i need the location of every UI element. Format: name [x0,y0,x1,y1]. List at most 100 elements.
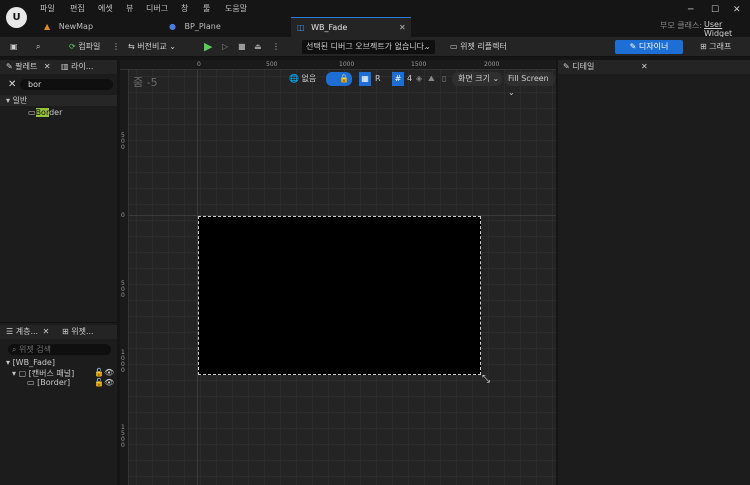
menu-edit[interactable]: 편집 [70,3,85,14]
parent-class-link[interactable]: User Widget [704,20,750,38]
ruler-left-label: 500 [121,132,125,151]
close-icon[interactable]: ✕ [44,62,51,71]
chevron-down-icon: ▾ [6,358,11,367]
ruler-top-label: 2000 [484,61,500,68]
chevron-down-icon: ⌄ [492,74,500,83]
tab-palette[interactable]: ✎ 팔레트 ✕ [6,60,51,74]
palette-search-input[interactable]: bor [20,79,113,90]
lock-icon[interactable]: 🔓 [94,378,104,387]
stop-icon[interactable]: ■ [238,40,246,54]
category-general[interactable]: ▾ 일반 [6,95,27,106]
chevron-down-icon: ⌄ [169,42,176,51]
tab-hierarchy[interactable]: ☰ 계층... ✕ [6,325,49,339]
tab-newmap[interactable]: ▲ NewMap [40,17,162,37]
grid-snap-value[interactable]: 4 [407,72,412,86]
menu-debug[interactable]: 디버그 [146,3,168,14]
lock-icon[interactable]: 🔓 [94,368,104,377]
menu-help[interactable]: 도움말 [225,3,247,14]
search-icon: ⌕ [12,345,17,354]
outline-icon[interactable]: ◈ [416,72,422,86]
step-icon[interactable]: ▷ [222,40,228,54]
palette-icon: ✎ [6,62,13,71]
ruler-left-label: 1500 [121,424,125,449]
compile-options-icon[interactable]: ⋮ [112,40,120,54]
tab-bind-widgets[interactable]: ⊞ 위젯... [62,325,94,339]
blueprint-icon: ● [169,22,176,31]
hierarchy-root[interactable]: ▾ [WB_Fade] [6,358,55,367]
mobile-icon[interactable]: ▯ [442,72,446,86]
play-options-icon[interactable]: ⋮ [272,40,280,54]
compile-button[interactable]: ⟳ 컴파일 [69,40,100,54]
chevron-down-icon: ⌄ [424,42,431,51]
diff-icon: ⇆ [128,42,135,51]
unreal-logo-icon[interactable]: U [6,7,27,28]
ruler-left-label: 1000 [121,349,125,374]
screen-size-dropdown[interactable]: 화면 크기 ⌄ [452,72,502,86]
fill-screen-dropdown[interactable]: Fill Screen ⌄ [505,72,555,97]
close-tab-icon[interactable]: ✕ [399,18,406,38]
widget-search-input[interactable]: ⌕ 위젯 검색 [8,344,111,355]
zoom-level: 줌 -5 [133,76,158,89]
resize-handle-icon[interactable]: ⤡ [482,374,490,385]
left-panel [0,60,117,485]
save-icon[interactable]: ▣ [10,40,18,54]
respect-locks-icon[interactable]: ▦ [359,72,371,86]
widget-reflector-button[interactable]: ▭ 위젯 리플렉터 [450,40,507,54]
reflector-icon: ▭ [450,42,458,51]
chevron-down-icon: ⌄ [508,88,515,97]
panel-divider [0,322,117,323]
visibility-icon[interactable]: 👁 [104,378,114,387]
globe-icon: 🌐 [289,74,299,83]
visibility-icon[interactable]: 👁 [104,368,114,377]
image-icon[interactable]: ⛰ [428,72,435,86]
clear-search-icon[interactable]: ✕ [8,79,16,90]
parent-class-label: 부모 클래스: [660,21,703,30]
menu-window[interactable]: 창 [181,3,188,14]
designer-button[interactable]: ✎ 디자이너 [615,40,683,54]
border-widget-icon: ▭ [28,108,36,117]
minimize-icon[interactable]: ─ [688,5,693,15]
menu-asset[interactable]: 에셋 [98,3,113,14]
tab-wb-fade[interactable]: ◫ WB_Fade ✕ [291,17,411,37]
play-icon[interactable]: ▶ [204,40,212,54]
library-icon: ▥ [61,62,69,71]
bind-widgets-icon: ⊞ [62,327,69,336]
menu-tools[interactable]: 툴 [203,3,210,14]
diff-button[interactable]: ⇆ 버전비교 ⌄ [128,40,176,54]
tab-details[interactable]: ✎ 디테일 ✕ [563,60,648,74]
lock-toggle[interactable]: 🔒 [326,72,352,86]
close-icon[interactable]: ✕ [43,327,50,336]
widget-canvas-preview[interactable] [198,216,481,375]
close-icon[interactable]: ✕ [641,60,648,74]
ruler-top-label: 500 [266,61,278,68]
localization-button[interactable]: 🌐 없음 [289,72,316,86]
palette-item-border[interactable]: ▭Border [28,108,62,118]
designer-icon: ✎ [629,42,637,51]
menu-view[interactable]: 뷰 [126,3,133,14]
graph-button[interactable]: ⊞ 그래프 [700,40,731,54]
lock-icon: 🔒 [339,74,349,83]
border-widget-icon: ▭ [27,378,35,387]
menu-file[interactable]: 파일 [40,3,55,14]
r-button[interactable]: R [375,72,381,86]
hierarchy-border[interactable]: ▭ [Border] [27,378,70,387]
widget-blueprint-icon: ◫ [297,23,305,32]
canvas-panel-icon: ▢ [18,369,27,378]
graph-icon: ⊞ [700,42,707,51]
ruler-left-label: 0 [121,212,125,219]
grid-snap-icon[interactable]: # [392,72,404,86]
tab-bp-plane[interactable]: ● BP_Plane [165,17,289,37]
details-panel [558,60,750,485]
hierarchy-icon: ☰ [6,327,14,336]
browse-icon[interactable]: ⌕ [36,40,40,54]
close-window-icon[interactable]: ✕ [733,5,741,15]
tab-library[interactable]: ▥ 라이... [61,60,93,74]
ruler-top-label: 0 [197,61,201,68]
maximize-icon[interactable]: ☐ [711,5,719,15]
ruler-top-label: 1500 [411,61,427,68]
debug-object-select[interactable]: 선택된 디버그 오브젝트가 없습니다. ⌄ [302,40,435,54]
chevron-down-icon: ▾ [6,96,11,105]
compile-icon: ⟳ [69,42,76,51]
pencil-icon: ✎ [563,62,570,71]
eject-icon[interactable]: ⏏ [254,40,262,54]
